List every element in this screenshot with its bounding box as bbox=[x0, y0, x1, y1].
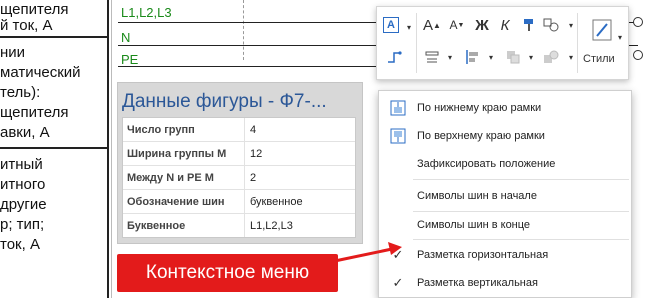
callout-label: Контекстное меню bbox=[145, 262, 310, 283]
context-menu-callout: Контекстное меню bbox=[117, 254, 338, 292]
